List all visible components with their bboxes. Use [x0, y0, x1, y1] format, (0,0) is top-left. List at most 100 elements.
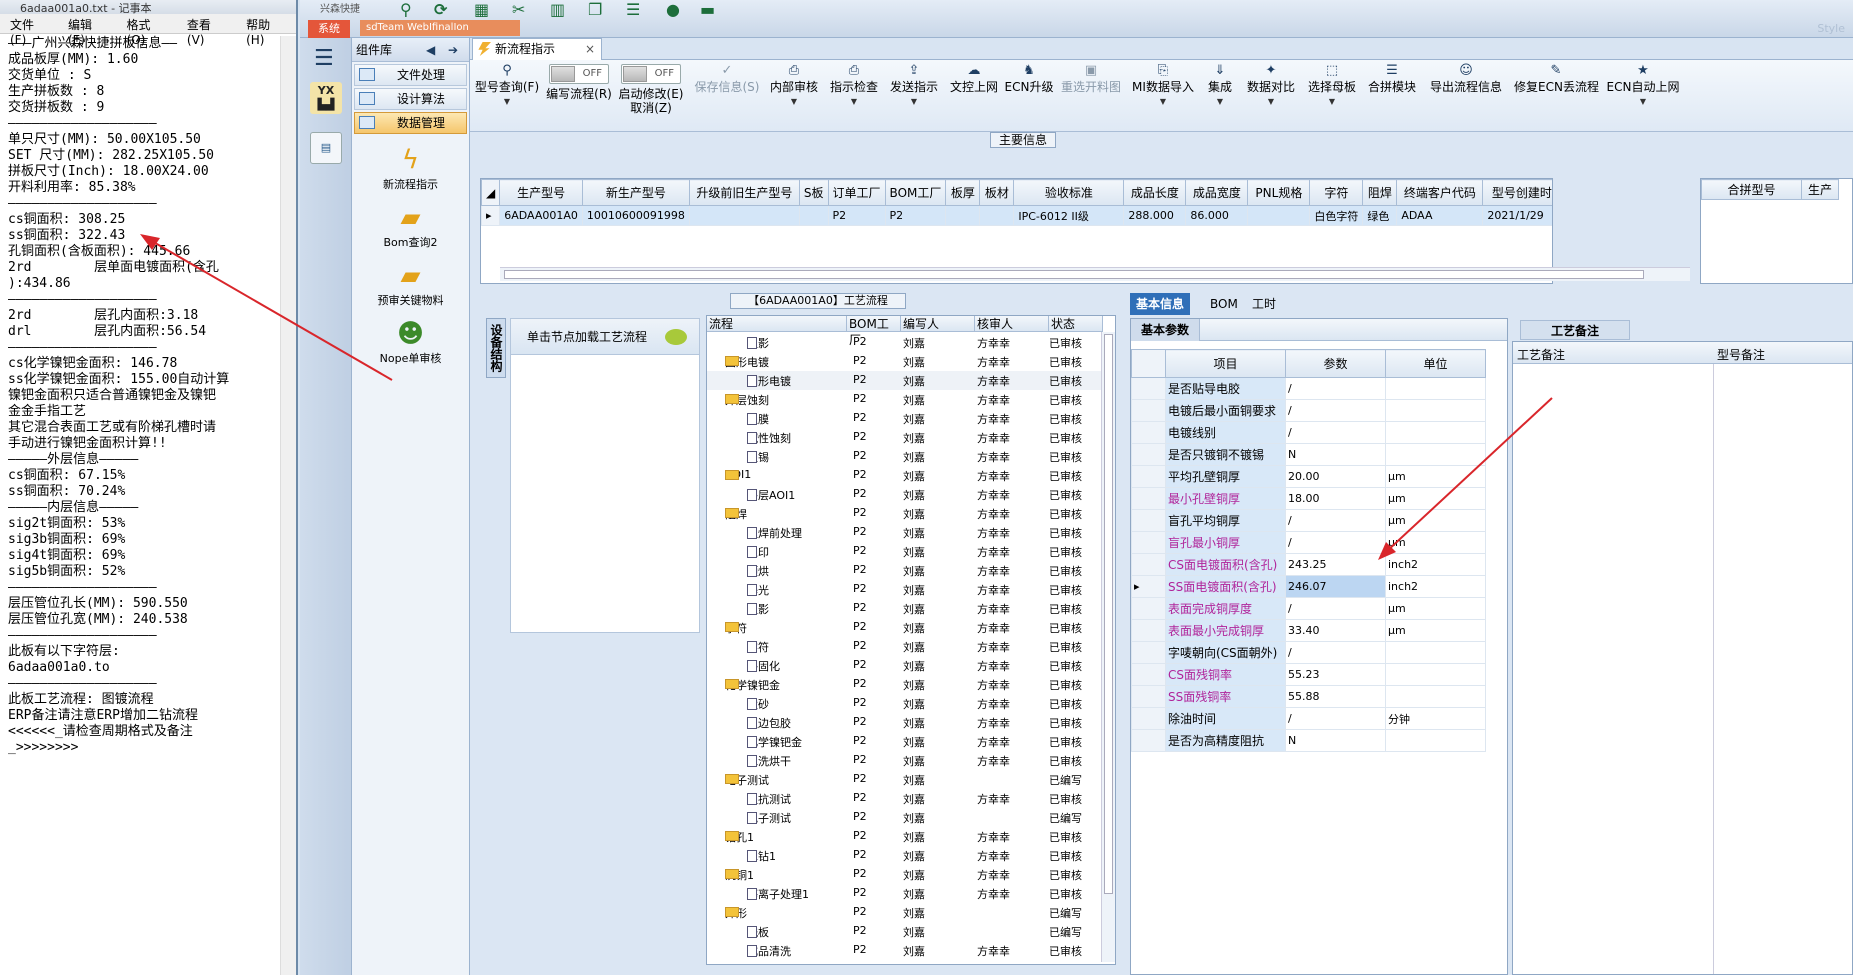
flow-row[interactable]: 成品清洗 P2 刘嘉 方幸幸 已审核 [707, 941, 1107, 960]
flow-row[interactable]: 二钻1 P2 刘嘉 方幸幸 已审核 [707, 846, 1107, 865]
table-row[interactable]: 盲孔平均铜厚 / μm [1131, 509, 1486, 532]
row-selector[interactable] [1131, 443, 1166, 466]
user-icon[interactable]: ● [666, 0, 684, 19]
table-row[interactable]: 字唛朝向(CS面朝外) / [1131, 641, 1486, 664]
flow-node[interactable]: 等离子处理1 [747, 886, 809, 902]
param-value[interactable]: N [1285, 443, 1386, 466]
column-header[interactable]: 验收标准 [1013, 179, 1125, 206]
data-compare-button[interactable]: ✦ 数据对比 ▼ [1244, 62, 1298, 128]
column-header[interactable]: 型号备注 [1717, 346, 1765, 363]
row-selector[interactable] [1131, 641, 1166, 664]
row-selector[interactable]: ▸ [481, 205, 501, 226]
table-cell[interactable]: IPC-6012 II级 [1013, 205, 1125, 226]
equipment-structure-tab[interactable]: 设备结构 [486, 318, 506, 378]
flow-node[interactable]: 外层AOI1 [747, 487, 795, 503]
flow-row[interactable]: 化学镍钯金 P2 刘嘉 方幸幸 已审核 [707, 732, 1107, 751]
refresh-icon[interactable]: ⟳ [434, 0, 452, 19]
notepad-text-area[interactable]: ———广州兴森快捷拼板信息—— 成品板厚(MM): 1.60 交货单位 : S … [8, 36, 288, 756]
param-value[interactable]: N [1285, 729, 1386, 752]
flow-node[interactable]: −化学镍钯金 [725, 677, 780, 693]
menu-help[interactable]: 帮助(H) [236, 14, 296, 47]
process-notes-tab[interactable]: 工艺备注 [1520, 320, 1630, 340]
reselect-cutting-chart-button[interactable]: ▣ 重选开料图 [1058, 62, 1124, 128]
column-header[interactable]: 编写人 [901, 316, 975, 332]
menu-icon[interactable]: ☰ [314, 46, 338, 71]
calculator-icon[interactable]: ▤ [310, 132, 342, 164]
toggle-switch[interactable]: OFF [621, 64, 681, 84]
column-header[interactable]: 合拼型号 [1701, 179, 1802, 200]
flow-row[interactable]: 字符 P2 刘嘉 方幸幸 已审核 [707, 637, 1107, 656]
horizontal-scrollbar[interactable] [500, 267, 1690, 281]
row-selector[interactable] [1131, 399, 1166, 422]
table-row[interactable]: 盲孔最小铜厚 / μm [1131, 531, 1486, 554]
flow-node[interactable]: 显影 [747, 601, 769, 617]
node-hint[interactable]: 单击节点加载工艺流程 [511, 319, 699, 355]
flow-row[interactable]: 喷砂 P2 刘嘉 方幸幸 已审核 [707, 694, 1107, 713]
flow-row[interactable]: 板边包胶 P2 刘嘉 方幸幸 已审核 [707, 713, 1107, 732]
row-selector[interactable] [1131, 487, 1166, 510]
table-row[interactable]: 是否只镀铜不镀锡 N [1131, 443, 1486, 466]
system-tab[interactable]: 系统 [308, 20, 350, 38]
flow-row[interactable]: 图形电镀 P2 刘嘉 方幸幸 已审核 [707, 371, 1107, 390]
table-cell[interactable]: 绿色 [1362, 205, 1398, 226]
save-info-button[interactable]: ✓ 保存信息(S) [692, 62, 762, 128]
table-cell[interactable]: 288.000 [1123, 205, 1187, 226]
flow-node[interactable]: 化学镍钯金 [747, 734, 802, 750]
model-notes-field[interactable] [1717, 366, 1849, 966]
integrate-button[interactable]: ⇓ 集成 ▼ [1200, 62, 1240, 128]
tab-work-hours[interactable]: 工时 [1246, 293, 1282, 315]
row-selector[interactable] [1131, 685, 1166, 708]
param-value[interactable]: / [1285, 531, 1386, 554]
flow-node[interactable]: 阻焊前处理 [747, 525, 802, 541]
flow-row[interactable]: −图形电镀 P2 刘嘉 方幸幸 已审核 [707, 352, 1107, 371]
column-header[interactable]: BOM工厂 [884, 179, 947, 206]
menu-edit[interactable]: 编辑(E) [58, 14, 117, 47]
style-label[interactable]: Style [1817, 22, 1845, 35]
flow-node[interactable]: 图形电镀 [747, 373, 791, 389]
flow-row[interactable]: 水洗烘干 P2 刘嘉 方幸幸 已审核 [707, 751, 1107, 770]
table-cell[interactable]: 10010600091998 [581, 205, 690, 226]
row-selector[interactable] [1131, 597, 1166, 620]
flow-row[interactable]: 碱性蚀刻 P2 刘嘉 方幸幸 已审核 [707, 428, 1107, 447]
flow-node[interactable]: −电子测试 [725, 772, 769, 788]
flow-node[interactable]: 显影 [747, 335, 769, 351]
table-cell[interactable] [798, 205, 829, 226]
param-value[interactable]: / [1285, 641, 1386, 664]
flow-row[interactable]: 预烘 P2 刘嘉 方幸幸 已审核 [707, 561, 1107, 580]
flow-node[interactable]: 阻抗测试 [747, 791, 791, 807]
table-cell[interactable]: 6ADAA001A0 [499, 205, 583, 226]
tools-icon[interactable]: ✂ [512, 0, 530, 19]
flow-row[interactable]: 外层AOI1 P2 刘嘉 方幸幸 已审核 [707, 485, 1107, 504]
flow-node[interactable]: 退膜 [747, 411, 769, 427]
table-row[interactable]: CS面电镀面积(含孔) 243.25 inch2 [1131, 553, 1486, 576]
flow-node[interactable]: 水洗烘干 [747, 753, 791, 769]
select-master-board-button[interactable]: ⬚ 选择母板 ▼ [1304, 62, 1360, 128]
flow-row[interactable]: 阻抗测试 P2 刘嘉 方幸幸 已审核 [707, 789, 1107, 808]
quick-access-bar[interactable]: sdTeam WebIfinalIon [360, 20, 520, 36]
flow-node[interactable]: 丝印 [747, 544, 769, 560]
instruction-check-button[interactable]: ⎙ 指示检查 ▼ [826, 62, 882, 128]
table-row[interactable]: 表面完成铜厚度 / μm [1131, 597, 1486, 620]
vertical-scrollbar[interactable] [1101, 332, 1115, 962]
pin-icon[interactable]: ➔ [448, 38, 458, 62]
table-cell[interactable] [979, 205, 1015, 226]
flow-row[interactable]: −字符 P2 刘嘉 方幸幸 已审核 [707, 618, 1107, 637]
table-row[interactable]: 除油时间 / 分钟 [1131, 707, 1486, 730]
column-header[interactable]: S板 [798, 179, 829, 206]
table-row[interactable]: 电镀后最小面铜要求 / [1131, 399, 1486, 422]
flow-node[interactable]: 碱性蚀刻 [747, 430, 791, 446]
param-value[interactable]: / [1285, 597, 1386, 620]
column-header[interactable]: 生产型号 [499, 179, 583, 206]
column-header[interactable]: 流程 [707, 316, 847, 332]
flow-node[interactable]: 成品清洗 [747, 943, 791, 959]
table-cell[interactable] [688, 205, 800, 226]
row-selector[interactable] [1131, 509, 1166, 532]
flow-row[interactable]: 曝光 P2 刘嘉 方幸幸 已审核 [707, 580, 1107, 599]
ecn-upgrade-button[interactable]: ♞ ECN升级 [1004, 62, 1054, 128]
flow-node[interactable]: −外层蚀刻 [725, 392, 769, 408]
flow-row[interactable]: 退锡 P2 刘嘉 方幸幸 已审核 [707, 447, 1107, 466]
edit-flow-toggle[interactable]: OFF 编写流程(R) [546, 62, 612, 128]
row-selector[interactable] [1131, 553, 1166, 576]
column-header[interactable]: 成品长度 [1123, 179, 1187, 206]
flow-node[interactable]: 板边包胶 [747, 715, 791, 731]
